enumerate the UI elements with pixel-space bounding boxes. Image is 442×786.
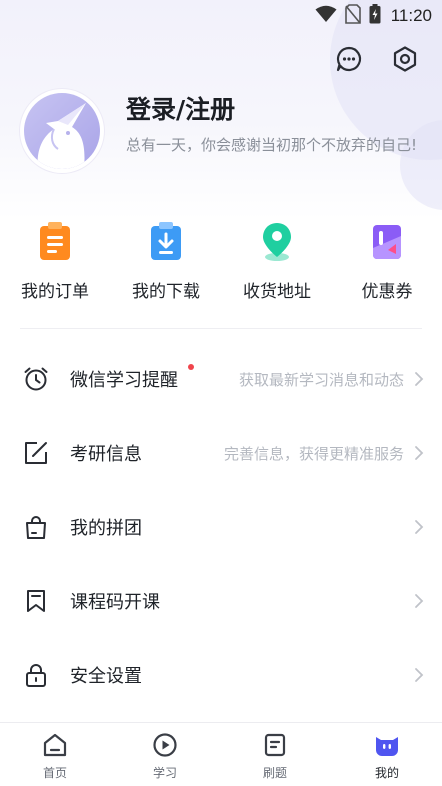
- tab-mine[interactable]: 我的: [332, 723, 442, 786]
- download-icon: [146, 220, 186, 264]
- chevron-right-icon: [415, 668, 424, 682]
- play-icon: [151, 731, 179, 759]
- edit-icon: [22, 439, 50, 467]
- no-sim-icon: [344, 4, 361, 28]
- quick-action-orders[interactable]: 我的订单: [5, 220, 105, 302]
- tab-practice[interactable]: 刷题: [220, 723, 330, 786]
- wifi-icon: [315, 5, 337, 27]
- bottom-tab-bar: 首页 学习 刷题 我的: [0, 722, 442, 786]
- chevron-right-icon: [415, 372, 424, 386]
- battery-icon: [369, 4, 381, 28]
- status-time: 11:20: [390, 6, 432, 25]
- quick-action-downloads[interactable]: 我的下载: [116, 220, 216, 302]
- avatar[interactable]: [20, 89, 104, 173]
- menu-label: 考研信息: [70, 444, 142, 465]
- tab-study[interactable]: 学习: [110, 723, 220, 786]
- message-icon[interactable]: [334, 44, 364, 74]
- menu-label: 安全设置: [70, 666, 142, 687]
- menu-label: 课程码开课: [70, 592, 160, 613]
- tab-label: 刷题: [262, 766, 287, 780]
- quick-action-label: 收货地址: [243, 282, 311, 302]
- chevron-right-icon: [415, 446, 424, 460]
- tab-label: 学习: [152, 766, 177, 780]
- menu-item-course-code[interactable]: 课程码开课: [0, 569, 442, 629]
- profile-page: 11:20 登录/注册 总有一天，你会感谢当初那个不放弃的自己! 我的订单 我的…: [0, 0, 442, 786]
- quick-action-label: 我的订单: [21, 282, 89, 302]
- status-bar: 11:20: [0, 0, 442, 32]
- coupon-icon: [367, 220, 407, 264]
- quick-actions: 我的订单 我的下载 收货地址 优惠券: [0, 220, 442, 310]
- tab-label: 我的: [374, 766, 399, 780]
- location-icon: [257, 220, 297, 264]
- quick-action-label: 我的下载: [132, 282, 200, 302]
- quick-action-label: 优惠券: [361, 282, 413, 302]
- menu-label: 我的拼团: [70, 518, 142, 539]
- notification-dot: [188, 364, 194, 370]
- bookmark-icon: [22, 587, 50, 615]
- divider: [20, 328, 422, 329]
- quick-action-coupons[interactable]: 优惠券: [337, 220, 437, 302]
- mascot-icon: [373, 731, 401, 759]
- menu-item-group-buy[interactable]: 我的拼团: [0, 495, 442, 555]
- unicorn-avatar: [24, 93, 100, 169]
- tab-label: 首页: [42, 766, 67, 780]
- menu-item-security[interactable]: 安全设置: [0, 643, 442, 703]
- tab-home[interactable]: 首页: [0, 723, 110, 786]
- lock-icon: [22, 661, 50, 689]
- menu-item-exam-info[interactable]: 考研信息 完善信息，获得更精准服务: [0, 421, 442, 481]
- menu-label: 微信学习提醒: [70, 370, 178, 391]
- menu-hint: 完善信息，获得更精准服务: [223, 445, 404, 463]
- order-icon: [35, 220, 75, 264]
- login-register-link[interactable]: 登录/注册: [126, 90, 235, 126]
- shopping-bag-icon: [22, 513, 50, 541]
- home-icon: [41, 731, 69, 759]
- chevron-right-icon: [415, 520, 424, 534]
- menu-hint: 获取最新学习消息和动态: [238, 371, 404, 389]
- document-icon: [261, 731, 289, 759]
- chevron-right-icon: [415, 594, 424, 608]
- motto-text: 总有一天，你会感谢当初那个不放弃的自己!: [126, 136, 418, 154]
- quick-action-address[interactable]: 收货地址: [227, 220, 327, 302]
- menu-item-wechat-reminder[interactable]: 微信学习提醒 获取最新学习消息和动态: [0, 347, 442, 407]
- settings-icon[interactable]: [390, 44, 420, 74]
- alarm-clock-icon: [22, 365, 50, 393]
